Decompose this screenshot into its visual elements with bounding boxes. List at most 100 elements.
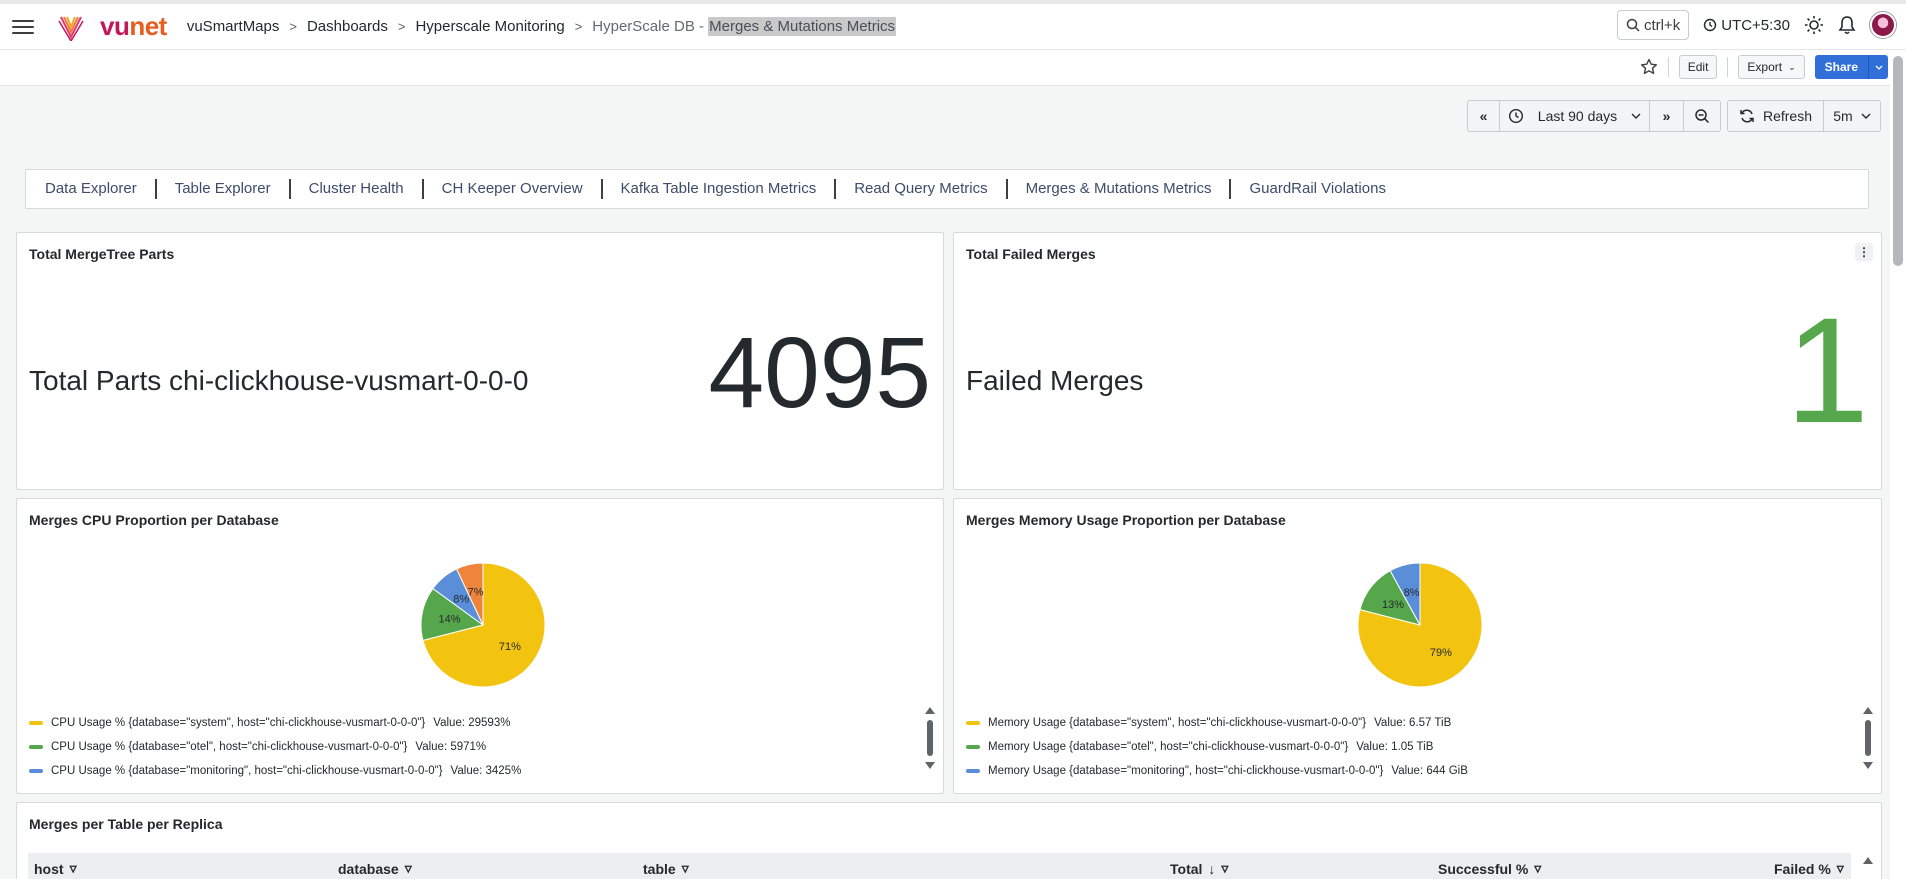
panel-title: Merges Memory Usage Proportion per Datab… xyxy=(966,512,1286,528)
filter-icon[interactable]: ▿ xyxy=(405,860,412,877)
page-scrollbar[interactable] xyxy=(1890,50,1906,879)
breadcrumb-item-vusmartmaps[interactable]: vuSmartMaps xyxy=(187,18,280,35)
scroll-down-icon[interactable] xyxy=(1863,762,1873,769)
stat-value: 1 xyxy=(1785,286,1869,454)
search-button[interactable]: ctrl+k xyxy=(1616,10,1690,40)
stat-label: Total Parts chi-clickhouse-vusmart-0-0-0 xyxy=(29,365,529,396)
timezone-button[interactable]: UTC+5:30 xyxy=(1703,17,1790,34)
legend-label: CPU Usage % {database="system", host="ch… xyxy=(51,717,426,729)
legend-item[interactable]: CPU Usage % {database="otel", host="chi-… xyxy=(29,735,521,759)
nav-link-ch-keeper-overview[interactable]: CH Keeper Overview xyxy=(424,179,603,199)
star-icon[interactable] xyxy=(1640,58,1658,76)
chart-legend: CPU Usage % {database="system", host="ch… xyxy=(29,711,521,783)
panel-title: Merges per Table per Replica xyxy=(29,816,223,832)
nav-link-table-explorer[interactable]: Table Explorer xyxy=(157,179,291,199)
column-label: table xyxy=(643,860,676,877)
filter-icon[interactable]: ▿ xyxy=(70,860,77,877)
share-button[interactable]: Share xyxy=(1814,55,1888,79)
edit-button[interactable]: Edit xyxy=(1678,55,1718,79)
panel-merges-memory-proportion: Merges Memory Usage Proportion per Datab… xyxy=(953,498,1882,794)
scroll-up-icon[interactable] xyxy=(1863,707,1873,714)
chart-legend: Memory Usage {database="system", host="c… xyxy=(966,711,1468,783)
pie-label-other: 7% xyxy=(468,587,484,599)
nav-link-cluster-health[interactable]: Cluster Health xyxy=(291,179,424,199)
time-controls: « Last 90 days » Refresh 5m xyxy=(1467,100,1881,132)
legend-scrollbar[interactable] xyxy=(925,707,935,769)
legend-item[interactable]: Memory Usage {database="otel", host="chi… xyxy=(966,735,1468,759)
share-dropdown-chevron-icon[interactable] xyxy=(1868,55,1888,79)
legend-item[interactable]: CPU Usage % {database="system", host="ch… xyxy=(29,711,521,735)
filter-icon[interactable]: ▿ xyxy=(682,860,689,877)
column-header-successful[interactable]: Successful % ▿ xyxy=(1438,860,1541,877)
legend-scrollbar[interactable] xyxy=(1863,707,1873,769)
legend-label: Memory Usage {database="system", host="c… xyxy=(988,717,1367,729)
menu-icon[interactable] xyxy=(12,19,34,34)
chevron-down-icon xyxy=(1861,113,1871,119)
scroll-up-icon[interactable] xyxy=(925,707,935,714)
nav-link-kafka-ingestion[interactable]: Kafka Table Ingestion Metrics xyxy=(603,179,837,199)
filter-icon[interactable]: ▿ xyxy=(1221,860,1228,877)
legend-value: Value: 1.05 TiB xyxy=(1356,741,1434,753)
scroll-thumb[interactable] xyxy=(927,720,933,756)
shift-back-button[interactable]: « xyxy=(1468,101,1500,131)
bell-icon[interactable] xyxy=(1838,15,1856,35)
refresh-label: Refresh xyxy=(1762,108,1813,124)
panel-merges-cpu-proportion: Merges CPU Proportion per Database 71% 14… xyxy=(16,498,944,794)
time-range-picker[interactable]: Last 90 days xyxy=(1500,101,1650,131)
legend-label: CPU Usage % {database="monitoring", host… xyxy=(51,765,443,777)
column-header-host[interactable]: host ▿ xyxy=(34,860,77,877)
brand-wordmark[interactable]: vunet xyxy=(100,11,167,42)
clock-icon xyxy=(1704,18,1717,32)
nav-link-data-explorer[interactable]: Data Explorer xyxy=(45,179,157,199)
refresh-group: Refresh 5m xyxy=(1727,100,1881,132)
breadcrumb-current: HyperScale DB - Merges & Mutations Metri… xyxy=(592,17,897,36)
nav-link-guardrail-violations[interactable]: GuardRail Violations xyxy=(1231,179,1403,199)
legend-item[interactable]: CPU Usage % {database="monitoring", host… xyxy=(29,759,521,783)
panel-total-mergetree-parts: Total MergeTree Parts Total Parts chi-cl… xyxy=(16,232,944,490)
top-navbar: vunet vuSmartMaps > Dashboards > Hypersc… xyxy=(0,0,1906,50)
theme-toggle-sun-icon[interactable] xyxy=(1804,15,1824,35)
scroll-up-icon[interactable] xyxy=(1863,857,1873,864)
legend-value: Value: 29593% xyxy=(433,717,511,729)
zoom-out-button[interactable] xyxy=(1684,101,1720,131)
legend-swatch xyxy=(966,721,980,725)
sort-down-icon[interactable]: ↓ xyxy=(1208,861,1215,877)
refresh-interval-label: 5m xyxy=(1833,108,1853,124)
column-header-total[interactable]: Total ↓ ▿ xyxy=(1170,860,1228,877)
legend-item[interactable]: Memory Usage {database="monitoring", hos… xyxy=(966,759,1468,783)
scroll-thumb[interactable] xyxy=(1865,720,1871,756)
nav-link-merges-mutations[interactable]: Merges & Mutations Metrics xyxy=(1008,179,1232,199)
export-label: Export xyxy=(1747,60,1783,74)
shift-forward-button[interactable]: » xyxy=(1650,101,1684,131)
column-header-table[interactable]: table ▿ xyxy=(643,860,689,877)
breadcrumb-item-dashboards[interactable]: Dashboards xyxy=(307,18,388,35)
legend-label: CPU Usage % {database="otel", host="chi-… xyxy=(51,741,408,753)
refresh-interval-select[interactable]: 5m xyxy=(1824,101,1880,131)
pie-label-monitoring: 8% xyxy=(1404,587,1420,599)
filter-icon[interactable]: ▿ xyxy=(1837,860,1844,877)
pie-label-otel: 13% xyxy=(1382,599,1404,611)
divider xyxy=(1667,57,1669,77)
zoom-out-icon xyxy=(1695,109,1710,124)
legend-swatch xyxy=(966,745,980,749)
user-avatar[interactable] xyxy=(1870,12,1896,38)
panel-menu-icon[interactable]: ⋮ xyxy=(1855,243,1873,261)
scroll-down-icon[interactable] xyxy=(925,762,935,769)
chevron-down-icon: ⌄ xyxy=(1788,61,1796,72)
breadcrumb: vuSmartMaps > Dashboards > Hyperscale Mo… xyxy=(187,17,897,36)
filter-icon[interactable]: ▿ xyxy=(1534,860,1541,877)
page-scroll-thumb[interactable] xyxy=(1893,56,1903,266)
column-header-failed[interactable]: Failed % ▿ xyxy=(1774,860,1844,877)
column-header-database[interactable]: database ▿ xyxy=(338,860,412,877)
legend-item[interactable]: Memory Usage {database="system", host="c… xyxy=(966,711,1468,735)
breadcrumb-item-hyperscale[interactable]: Hyperscale Monitoring xyxy=(415,18,564,35)
table-header-row: host ▿ database ▿ table ▿ Total ↓ ▿ Successfu… xyxy=(28,853,1851,879)
column-label: database xyxy=(338,860,399,877)
refresh-button[interactable]: Refresh xyxy=(1728,101,1824,131)
pie-label-otel: 14% xyxy=(438,614,460,626)
time-range-group: « Last 90 days » xyxy=(1467,100,1721,132)
export-button[interactable]: Export ⌄ xyxy=(1738,55,1805,79)
brand-logo-icon xyxy=(58,16,84,41)
table-scrollbar[interactable] xyxy=(1863,857,1873,864)
nav-link-read-query[interactable]: Read Query Metrics xyxy=(836,179,1008,199)
